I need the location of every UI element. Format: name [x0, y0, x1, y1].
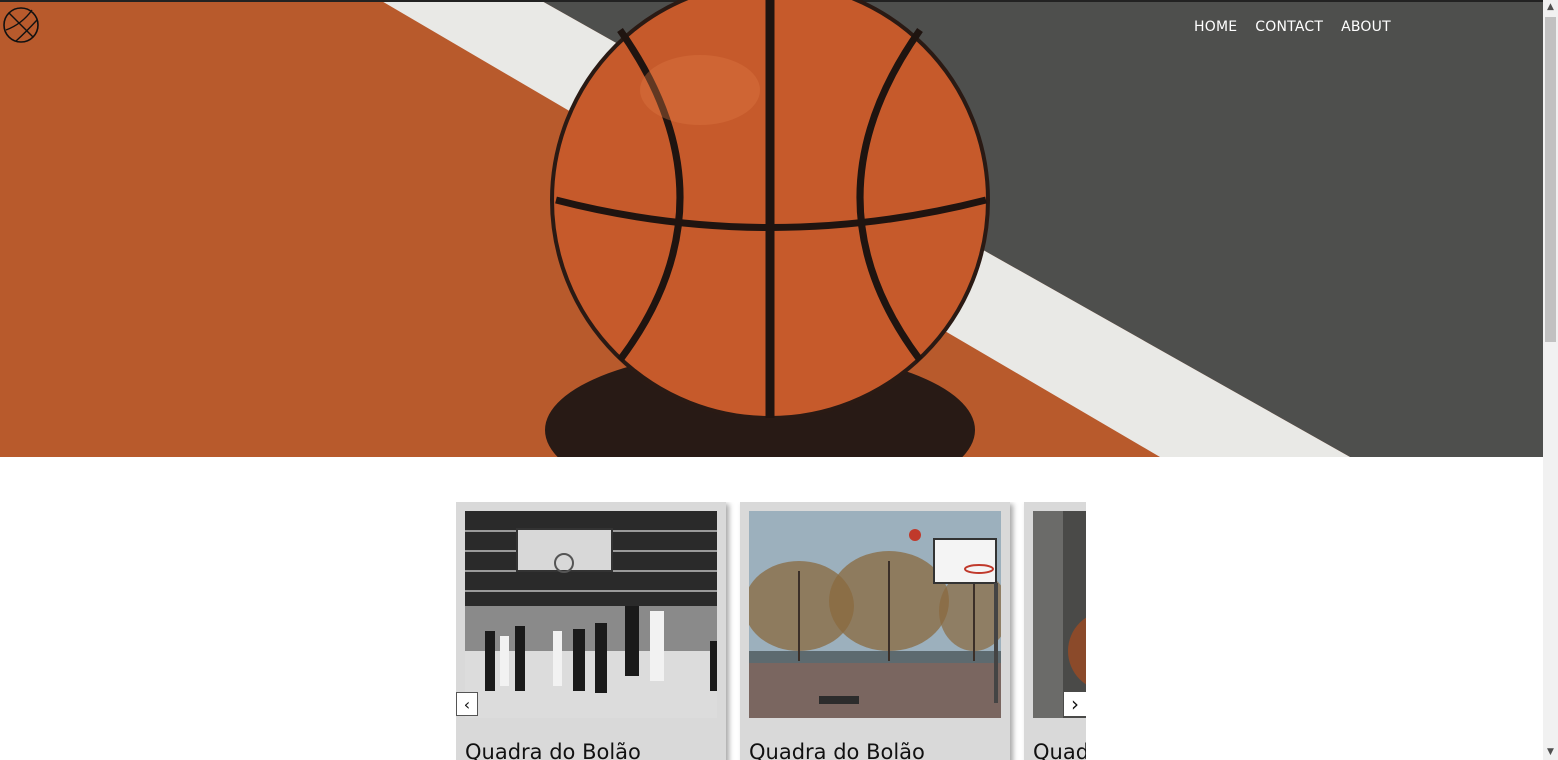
court-carousel: Quadra do Bolão Quadra do Bolão Quad [456, 502, 1086, 760]
scroll-up-arrow-icon[interactable]: ▲ [1543, 0, 1558, 15]
nav-home-link[interactable]: HOME [1194, 19, 1237, 35]
hero-image [0, 0, 1543, 457]
scroll-down-arrow-icon[interactable]: ▼ [1543, 745, 1558, 760]
court-card[interactable]: Quadra do Bolão [456, 502, 726, 760]
card-title: Quadra do Bolão [1033, 740, 1086, 760]
court-card[interactable]: Quadra do Bolão [740, 502, 1010, 760]
carousel-prev-button[interactable]: ‹ [456, 692, 478, 716]
nav-about-link[interactable]: ABOUT [1341, 19, 1391, 35]
indoor-game-photo [465, 511, 717, 718]
scrollbar-thumb[interactable] [1545, 17, 1556, 342]
outdoor-court-photo [749, 511, 1001, 718]
hero-banner: HOME CONTACT ABOUT [0, 0, 1543, 457]
carousel-next-button[interactable]: › [1064, 692, 1086, 716]
card-title: Quadra do Bolão [465, 740, 641, 760]
page-scrollbar[interactable]: ▲ ▼ [1543, 0, 1558, 760]
basketball-logo-icon[interactable] [2, 6, 40, 44]
nav-contact-link[interactable]: CONTACT [1255, 19, 1323, 35]
chevron-left-icon: ‹ [463, 694, 471, 714]
court-card[interactable]: Quadra do Bolão [1024, 502, 1086, 760]
main-nav: HOME CONTACT ABOUT [1194, 19, 1391, 35]
chevron-right-icon: › [1071, 692, 1079, 716]
card-title: Quadra do Bolão [749, 740, 925, 760]
ball-closeup-photo [1033, 511, 1086, 718]
